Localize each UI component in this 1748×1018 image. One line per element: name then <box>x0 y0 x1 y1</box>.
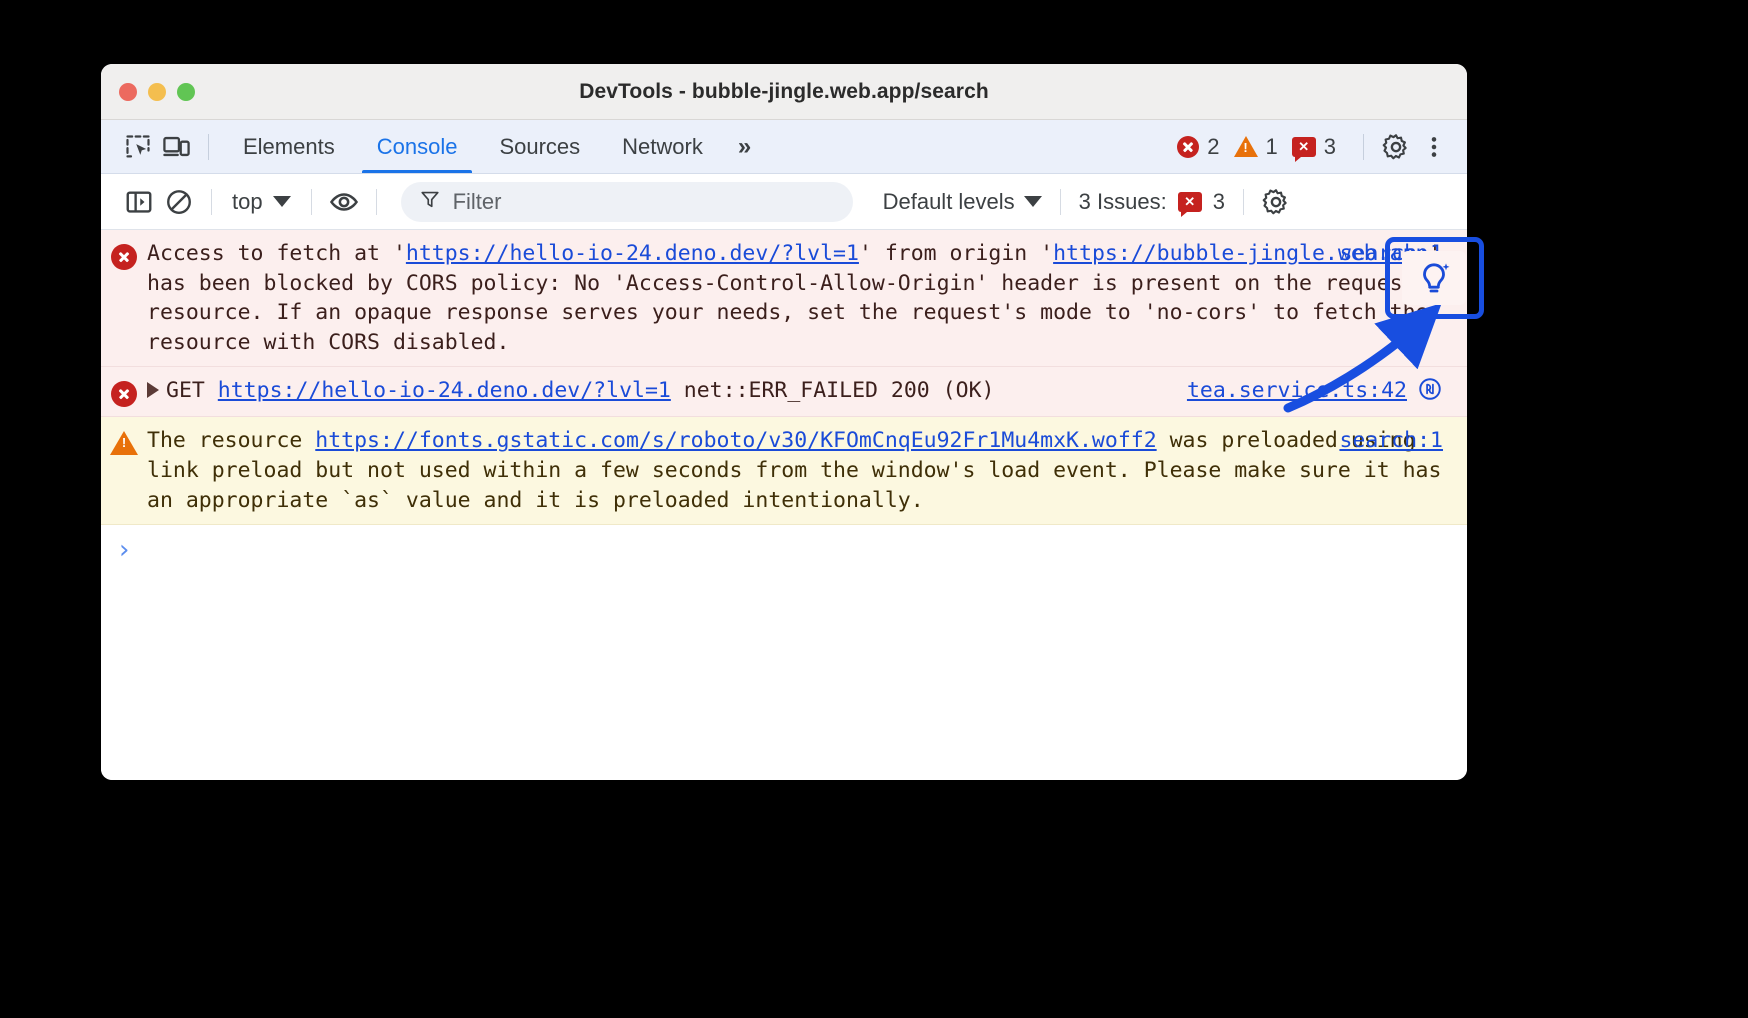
open-in-network-panel-icon[interactable] <box>1417 376 1443 402</box>
console-toolbar-divider-5 <box>1243 189 1244 215</box>
console-message-error-cors[interactable]: Access to fetch at 'https://hello-io-24.… <box>101 230 1467 367</box>
issues-summary-button[interactable]: 3 Issues: ✕ 3 <box>1073 189 1231 215</box>
console-prompt-row[interactable]: › <box>101 525 1467 563</box>
device-toolbar-icon[interactable] <box>157 128 195 166</box>
console-toolbar: top Filter Default le <box>101 174 1467 230</box>
issue-bubble-icon: ✕ <box>1292 137 1316 157</box>
filter-placeholder-text: Filter <box>453 189 502 215</box>
log-levels-selector[interactable]: Default levels <box>877 189 1048 215</box>
javascript-context-selector[interactable]: top <box>224 189 299 215</box>
console-message-list[interactable]: Access to fetch at 'https://hello-io-24.… <box>101 230 1467 780</box>
issues-count-group[interactable]: ✕ 3 <box>1292 134 1336 160</box>
context-selector-value: top <box>232 189 263 215</box>
console-message-text-1: Access to fetch at 'https://hello-io-24.… <box>147 239 1467 357</box>
issues-count-value: 3 <box>1324 134 1336 160</box>
console-toolbar-divider-4 <box>1060 189 1061 215</box>
gear-icon[interactable] <box>1377 128 1415 166</box>
msg3-link-font-url[interactable]: https://fonts.gstatic.com/s/roboto/v30/K… <box>315 428 1156 453</box>
console-message-source-link-2[interactable]: tea.service.ts:42 <box>1187 376 1443 406</box>
window-title: DevTools - bubble-jingle.web.app/search <box>101 80 1467 104</box>
error-circle-icon <box>1177 136 1199 158</box>
error-count-value: 2 <box>1207 134 1219 160</box>
msg2-source-text: tea.service.ts:42 <box>1187 378 1407 403</box>
live-expression-eye-icon[interactable] <box>324 182 364 222</box>
close-window-button[interactable] <box>119 83 137 101</box>
msg2-link-request-url[interactable]: https://hello-io-24.deno.dev/?lvl=1 <box>218 378 671 403</box>
filter-input[interactable]: Filter <box>401 182 853 222</box>
console-message-text-3: The resource https://fonts.gstatic.com/s… <box>147 426 1467 515</box>
filter-icon <box>419 188 441 215</box>
error-circle-icon-msg1 <box>101 239 147 357</box>
msg1-part-0: Access to fetch at ' <box>147 241 406 266</box>
tabbar-divider <box>208 134 209 160</box>
warning-triangle-icon-msg3 <box>101 426 147 515</box>
warning-count-group[interactable]: 1 <box>1234 134 1278 160</box>
msg3-part-0: The resource <box>147 428 315 453</box>
issue-bubble-icon-toolbar: ✕ <box>1178 192 1202 212</box>
console-message-warning-preload[interactable]: The resource https://fonts.gstatic.com/s… <box>101 417 1467 525</box>
msg1-part-2: ' from origin ' <box>859 241 1053 266</box>
more-options-icon[interactable] <box>1415 128 1453 166</box>
tabbar-divider-2 <box>1363 134 1364 160</box>
panel-tabs: Elements Console Sources Network » <box>222 120 765 173</box>
console-settings-gear-icon[interactable] <box>1256 182 1296 222</box>
msg1-link-fetch-url[interactable]: https://hello-io-24.deno.dev/?lvl=1 <box>406 241 859 266</box>
console-toolbar-divider-1 <box>211 189 212 215</box>
console-message-error-network[interactable]: GET https://hello-io-24.deno.dev/?lvl=1 … <box>101 367 1467 417</box>
clear-console-icon[interactable] <box>159 182 199 222</box>
console-toolbar-divider-2 <box>311 189 312 215</box>
console-sidebar-toggle-icon[interactable] <box>119 182 159 222</box>
tab-console[interactable]: Console <box>356 120 479 173</box>
error-circle-icon-msg2 <box>101 376 147 407</box>
maximize-window-button[interactable] <box>177 83 195 101</box>
screen-root: DevTools - bubble-jingle.web.app/search <box>0 0 1748 1018</box>
ask-ai-button[interactable] <box>1402 251 1466 305</box>
minimize-window-button[interactable] <box>148 83 166 101</box>
prompt-chevron-icon: › <box>101 537 147 563</box>
console-toolbar-divider-3 <box>376 189 377 215</box>
error-count-group[interactable]: 2 <box>1177 134 1219 160</box>
chevron-down-icon-levels <box>1024 196 1042 207</box>
msg2-method: GET <box>166 378 205 403</box>
msg2-status: net::ERR_FAILED 200 (OK) <box>684 378 995 403</box>
warning-triangle-icon <box>1234 136 1258 157</box>
chevron-down-icon <box>273 196 291 207</box>
tab-elements[interactable]: Elements <box>222 120 356 173</box>
console-message-source-link-3[interactable]: search:1 <box>1339 426 1443 456</box>
tab-sources[interactable]: Sources <box>478 120 601 173</box>
more-tabs-button[interactable]: » <box>724 120 765 173</box>
issues-summary-count: 3 <box>1213 189 1225 215</box>
devtools-window: DevTools - bubble-jingle.web.app/search <box>101 64 1467 780</box>
window-traffic-lights <box>101 83 195 101</box>
log-levels-label: Default levels <box>883 189 1015 215</box>
window-titlebar: DevTools - bubble-jingle.web.app/search <box>101 64 1467 120</box>
issues-summary-label: 3 Issues: <box>1079 189 1167 215</box>
devtools-tabbar: Elements Console Sources Network » 2 1 ✕ <box>101 120 1467 174</box>
warning-count-value: 1 <box>1266 134 1278 160</box>
inspect-element-icon[interactable] <box>119 128 157 166</box>
tabbar-status-area: 2 1 ✕ 3 <box>1177 128 1453 166</box>
expand-arrow-icon[interactable] <box>147 382 159 398</box>
tab-network[interactable]: Network <box>601 120 724 173</box>
